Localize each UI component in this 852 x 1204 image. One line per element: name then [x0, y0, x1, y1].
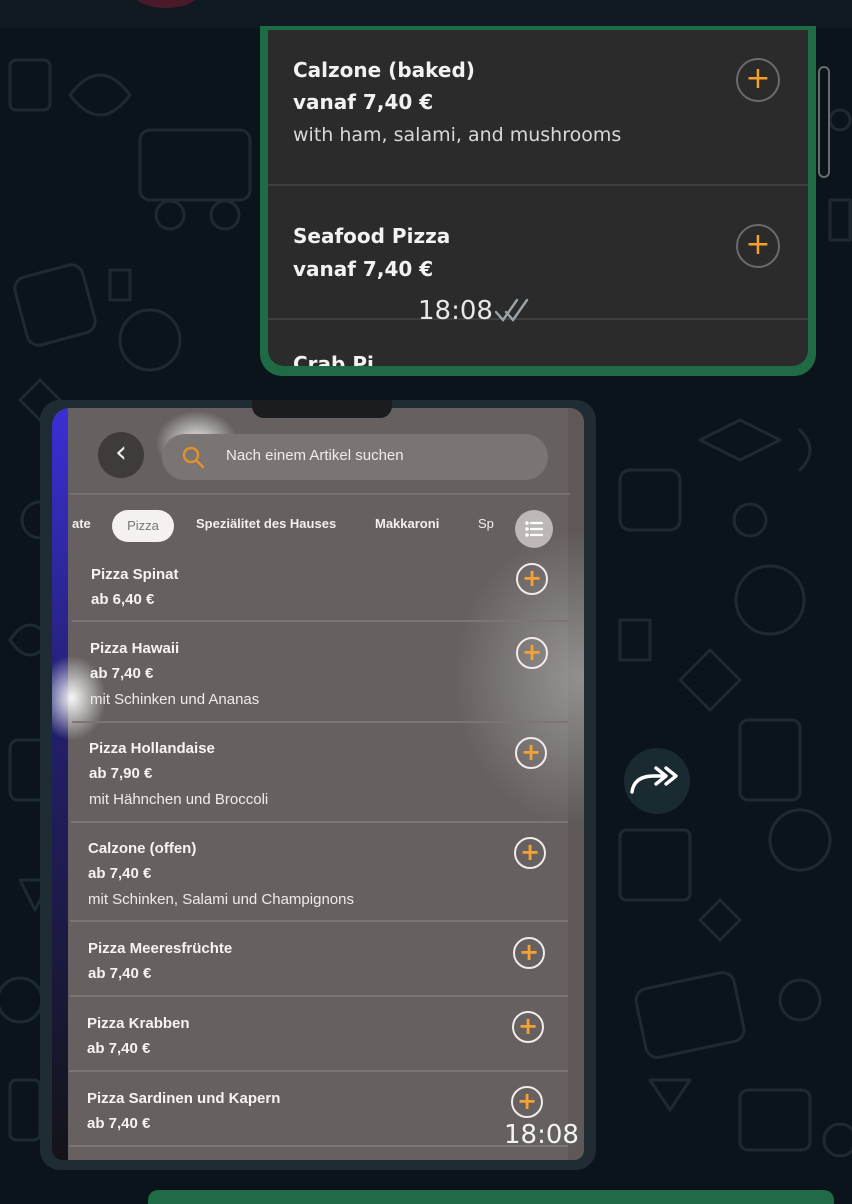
- plus-icon: +: [517, 1012, 539, 1040]
- item-name-cut: Crab Pi: [293, 352, 374, 366]
- add-item-button[interactable]: +: [736, 58, 780, 102]
- add-item-button[interactable]: +: [736, 224, 780, 268]
- tab-partial[interactable]: Sp: [478, 516, 494, 531]
- item-price: ab 7,40 €: [87, 1115, 151, 1132]
- item-price: vanaf 7,40 €: [293, 90, 434, 114]
- add-item-button[interactable]: +: [514, 837, 546, 869]
- back-icon: ‹: [115, 435, 127, 470]
- item-name: Pizza Meeresfrüchte: [88, 940, 233, 957]
- item-price: ab 7,40 €: [88, 865, 152, 882]
- item-price: ab 7,40 €: [87, 1040, 151, 1057]
- add-item-button[interactable]: +: [516, 637, 548, 669]
- item-name: Pizza Sardinen und Kapern: [87, 1090, 281, 1107]
- list-icon: [525, 521, 544, 537]
- forward-button[interactable]: [624, 748, 690, 814]
- phone-notch: [252, 400, 392, 418]
- menu-item: Calzone (baked) vanaf 7,40 € with ham, s…: [268, 30, 808, 184]
- plus-icon: +: [745, 227, 771, 262]
- divider: [70, 493, 570, 495]
- item-name: Pizza Krabben: [87, 1015, 190, 1032]
- tab-makkaroni[interactable]: Makkaroni: [375, 516, 439, 531]
- item-description: mit Schinken und Ananas: [90, 691, 260, 708]
- item-description: mit Schinken, Salami und Champignons: [88, 891, 354, 908]
- double-check-icon: [494, 298, 529, 322]
- item-price: ab 6,40 €: [91, 591, 155, 608]
- plus-icon: +: [516, 1087, 538, 1115]
- message-time: 18:08: [504, 1120, 579, 1150]
- item-price: vanaf 7,40 €: [293, 257, 434, 281]
- forwarded-message-bubble[interactable]: Calzone (baked) vanaf 7,40 € with ham, s…: [260, 26, 816, 376]
- back-button[interactable]: ‹: [98, 432, 144, 478]
- top-bar: [0, 0, 852, 28]
- forward-icon: [630, 766, 678, 794]
- plus-icon: +: [521, 564, 543, 592]
- item-price: ab 7,90 €: [89, 765, 153, 782]
- plus-icon: +: [519, 838, 541, 866]
- item-price: ab 7,40 €: [90, 665, 154, 682]
- tab-pizza[interactable]: Pizza: [112, 510, 174, 542]
- plus-icon: +: [520, 738, 542, 766]
- add-item-button[interactable]: +: [513, 937, 545, 969]
- divider: [69, 1145, 568, 1147]
- add-item-button[interactable]: +: [515, 737, 547, 769]
- divider: [72, 620, 568, 622]
- search-icon: [182, 446, 205, 469]
- menu-item: Seafood Pizza vanaf 7,40 € +: [268, 186, 808, 318]
- next-message-bubble[interactable]: [148, 1190, 834, 1204]
- divider: [69, 1070, 568, 1072]
- item-name: Calzone (baked): [293, 58, 475, 82]
- item-name: Pizza Hollandaise: [89, 740, 215, 757]
- menu-screenshot: Calzone (baked) vanaf 7,40 € with ham, s…: [268, 30, 808, 366]
- item-name: Pizza Hawaii: [90, 640, 180, 657]
- add-item-button[interactable]: +: [516, 563, 548, 595]
- item-description: with ham, salami, and mushrooms: [293, 124, 622, 146]
- search-placeholder: Nach einem Artikel suchen: [226, 447, 404, 464]
- divider: [268, 318, 808, 320]
- tab-partial[interactable]: ate: [72, 516, 91, 531]
- item-description: mit Hähnchen und Broccoli: [89, 791, 269, 808]
- plus-icon: +: [518, 938, 540, 966]
- divider: [70, 995, 568, 997]
- tab-specialties[interactable]: Speziälitet des Hauses: [196, 516, 336, 531]
- divider: [71, 821, 568, 823]
- item-name: Seafood Pizza: [293, 224, 451, 248]
- plus-icon: +: [521, 638, 543, 666]
- category-list-button[interactable]: [515, 510, 553, 548]
- item-name: Calzone (offen): [88, 840, 197, 857]
- divider: [70, 920, 568, 922]
- message-time: 18:08: [418, 296, 493, 326]
- item-name: Pizza Spinat: [91, 566, 179, 583]
- plus-icon: +: [745, 61, 771, 96]
- scrollbar[interactable]: [818, 66, 830, 178]
- add-item-button[interactable]: +: [511, 1086, 543, 1118]
- add-item-button[interactable]: +: [512, 1011, 544, 1043]
- divider: [72, 721, 568, 723]
- item-price: ab 7,40 €: [88, 965, 152, 982]
